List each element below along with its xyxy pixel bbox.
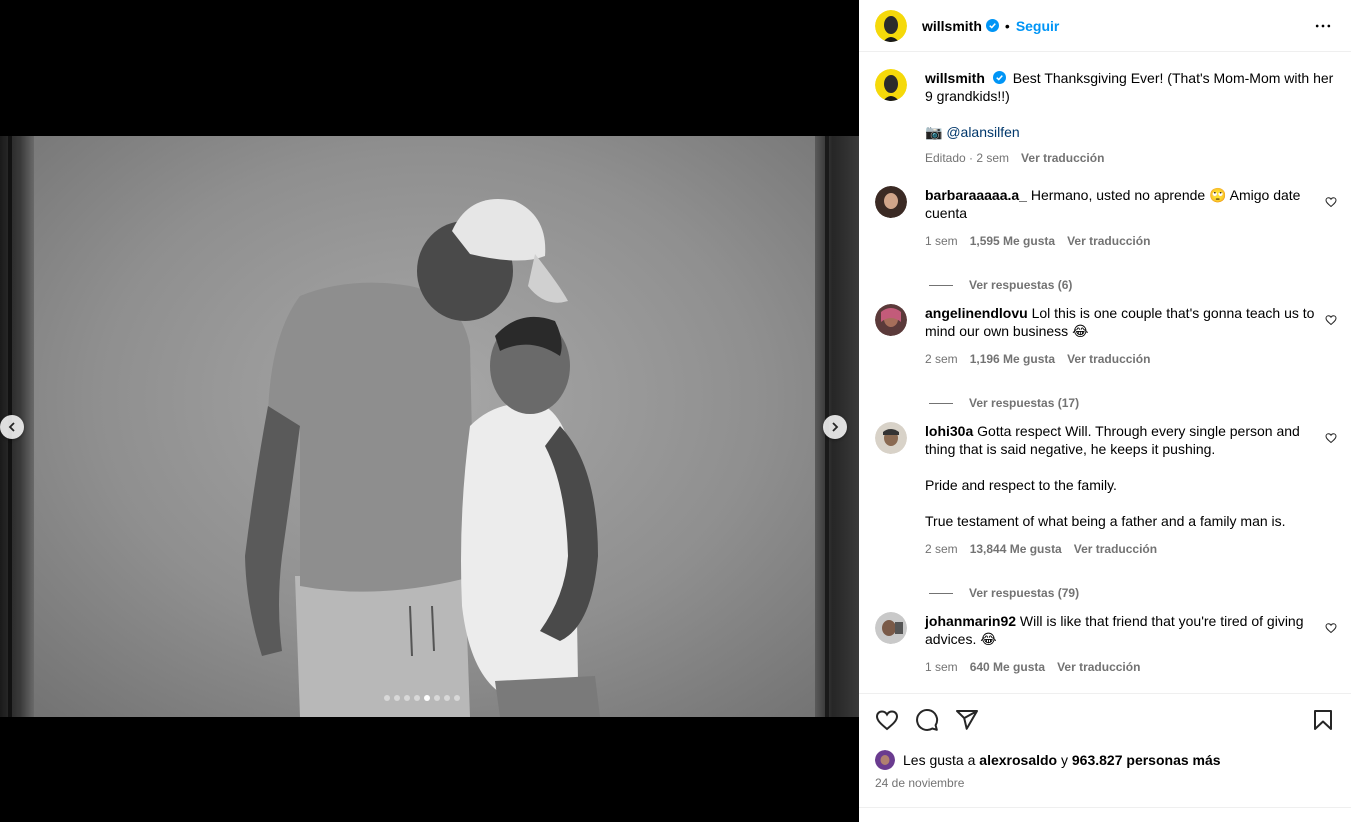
comment-username[interactable]: angelinendlovu — [925, 305, 1028, 321]
author-avatar[interactable] — [875, 9, 907, 42]
comment-icon[interactable] — [915, 708, 939, 732]
view-replies-button[interactable]: Ver respuestas (17) — [929, 394, 1325, 412]
caption-mention[interactable]: @alansilfen — [946, 124, 1019, 140]
likes-prefix: Les gusta a — [903, 752, 976, 768]
post-actions: Les gusta a alexrosaldo y 963.827 person… — [859, 693, 1351, 790]
carousel-dot — [444, 695, 450, 701]
comment-translate[interactable]: Ver traducción — [1057, 658, 1140, 676]
comment-time: 1 sem — [925, 660, 958, 674]
comment-like-icon[interactable] — [1325, 314, 1337, 326]
view-replies-button[interactable]: Ver respuestas (6) — [929, 276, 1325, 294]
carousel-dot — [394, 695, 400, 701]
view-replies-label: Ver respuestas (79) — [969, 586, 1080, 600]
camera-icon: 📷 — [925, 124, 943, 140]
couple-illustration — [245, 199, 600, 717]
comment-username[interactable]: johanmarin92 — [925, 613, 1016, 629]
panel-bottom-divider — [859, 807, 1351, 808]
bookmark-icon[interactable] — [1311, 708, 1335, 732]
likes-summary[interactable]: Les gusta a alexrosaldo y 963.827 person… — [875, 750, 1335, 770]
post-panel: willsmith • Seguir willsmith Best Thanks… — [859, 0, 1351, 822]
comment-time: 2 sem — [925, 542, 958, 556]
replies-line — [929, 402, 953, 404]
next-photo-button[interactable] — [823, 415, 847, 439]
comment-like-icon[interactable] — [1325, 432, 1337, 444]
comment-time: 2 sem — [925, 352, 958, 366]
comment-username[interactable]: barbaraaaaa.a_ — [925, 187, 1027, 203]
likes-others[interactable]: 963.827 personas más — [1072, 752, 1221, 768]
replies-line — [929, 284, 953, 286]
comment-likes[interactable]: 1,595 Me gusta — [970, 232, 1055, 250]
more-icon — [1315, 24, 1331, 27]
post-caption: willsmith Best Thanksgiving Ever! (That'… — [875, 69, 1343, 167]
liker-avatar — [875, 750, 895, 770]
caption-avatar[interactable] — [875, 69, 907, 101]
comment-likes[interactable]: 640 Me gusta — [970, 658, 1045, 676]
comment-likes[interactable]: 1,196 Me gusta — [970, 350, 1055, 368]
verified-icon — [992, 71, 1006, 84]
header-separator: • — [1004, 17, 1010, 34]
verified-icon — [985, 19, 999, 32]
carousel-dot — [404, 695, 410, 701]
view-replies-button[interactable]: Ver respuestas (79) — [929, 584, 1325, 602]
comment-text-line2: Pride and respect to the family. — [925, 477, 1117, 493]
share-icon[interactable] — [955, 708, 979, 732]
post-photo[interactable] — [0, 136, 859, 717]
view-replies-label: Ver respuestas (17) — [969, 396, 1080, 410]
previous-photo-button[interactable] — [0, 415, 24, 439]
heart-icon[interactable] — [875, 708, 899, 732]
comment-item: lohi30a Gotta respect Will. Through ever… — [875, 422, 1343, 602]
carousel-dot — [414, 695, 420, 701]
caption-translate[interactable]: Ver traducción — [1021, 149, 1104, 167]
post-header: willsmith • Seguir — [859, 0, 1351, 52]
caption-text: Best Thanksgiving Ever! (That's Mom-Mom … — [925, 70, 1334, 104]
commenter-avatar[interactable] — [875, 612, 907, 644]
more-options-button[interactable] — [1311, 14, 1335, 38]
comment-item: angelinendlovu Lol this is one couple th… — [875, 304, 1343, 412]
comment-like-icon[interactable] — [1325, 196, 1337, 208]
chevron-right-icon — [832, 422, 839, 432]
comments-list[interactable]: willsmith Best Thanksgiving Ever! (That'… — [859, 53, 1351, 693]
commenter-avatar[interactable] — [875, 422, 907, 454]
comment-username[interactable]: lohi30a — [925, 423, 973, 439]
caption-username[interactable]: willsmith — [925, 70, 985, 86]
view-replies-label: Ver respuestas (6) — [969, 278, 1073, 292]
carousel-dot — [434, 695, 440, 701]
commenter-avatar[interactable] — [875, 186, 907, 218]
follow-button[interactable]: Seguir — [1016, 18, 1060, 34]
comment-item: barbaraaaaa.a_ Hermano, usted no aprende… — [875, 186, 1343, 294]
replies-line — [929, 592, 953, 594]
commenter-avatar[interactable] — [875, 304, 907, 336]
carousel-dot — [424, 695, 430, 701]
comment-translate[interactable]: Ver traducción — [1067, 232, 1150, 250]
carousel-indicator — [384, 695, 460, 701]
comment-item: johanmarin92 Will is like that friend th… — [875, 612, 1343, 676]
comment-text-line3: True testament of what being a father an… — [925, 513, 1286, 529]
comment-time: 1 sem — [925, 234, 958, 248]
comment-likes[interactable]: 13,844 Me gusta — [970, 540, 1062, 558]
likes-user[interactable]: alexrosaldo — [979, 752, 1057, 768]
post-media — [0, 0, 859, 822]
author-username[interactable]: willsmith — [922, 18, 982, 34]
caption-meta: Editado · 2 sem — [925, 151, 1010, 165]
comment-text: Gotta respect Will. Through every single… — [925, 423, 1300, 457]
carousel-dot — [384, 695, 390, 701]
likes-conj: y — [1061, 752, 1068, 768]
post-date: 24 de noviembre — [875, 776, 965, 790]
comment-translate[interactable]: Ver traducción — [1067, 350, 1150, 368]
chevron-left-icon — [8, 422, 15, 432]
carousel-dot — [454, 695, 460, 701]
comment-like-icon[interactable] — [1325, 622, 1337, 634]
comment-translate[interactable]: Ver traducción — [1074, 540, 1157, 558]
